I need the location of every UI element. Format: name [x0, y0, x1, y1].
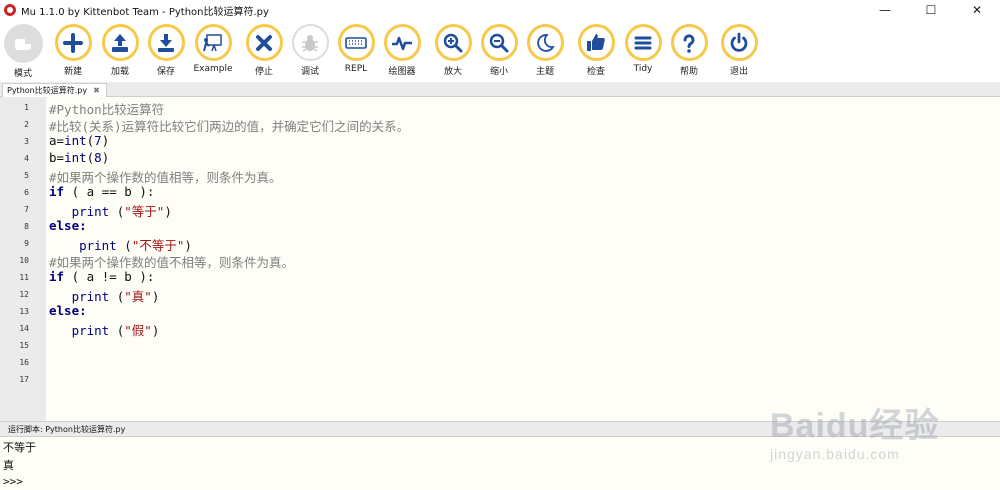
line-number: 14: [19, 324, 29, 333]
save-label: 保存: [156, 67, 175, 77]
save-button[interactable]: 保存: [141, 24, 191, 82]
app-logo-icon: [4, 4, 16, 16]
theme-label: 主题: [535, 67, 554, 77]
plotter-button[interactable]: 绘图器: [377, 24, 427, 82]
line-number: 3: [24, 137, 29, 146]
repl-prompt[interactable]: >>>: [3, 475, 23, 488]
plus-icon: [54, 24, 92, 61]
window-title: Mu 1.1.0 by Kittenbot Team - Python比较运算符…: [21, 6, 269, 18]
code-line-4: b=int(8): [49, 150, 110, 165]
zoom-out-icon: [480, 24, 518, 61]
code-editor[interactable]: 1 2 3 4 5 6 7 8 9 10 11 12 13 14 15 16 1…: [0, 97, 1000, 421]
stop-button[interactable]: 停止: [239, 24, 289, 82]
mode-label: 模式: [13, 69, 32, 79]
tab-bar: Python比较运算符.py ✖: [0, 82, 1000, 97]
mode-button[interactable]: 模式: [0, 24, 48, 82]
line-number: 2: [24, 120, 29, 129]
line-number: 9: [24, 239, 29, 248]
close-window-button[interactable]: ✕: [954, 0, 1000, 20]
new-button[interactable]: 新建: [48, 24, 98, 82]
zoom-in-icon: [434, 24, 472, 61]
new-label: 新建: [63, 67, 82, 77]
line-number: 12: [19, 290, 29, 299]
code-line-8: else:: [49, 218, 87, 233]
zoom-in-label: 放大: [443, 67, 462, 77]
download-icon: [147, 24, 185, 61]
tab-python-file[interactable]: Python比较运算符.py ✖: [2, 83, 107, 97]
zoom-in-button[interactable]: 放大: [428, 24, 478, 82]
upload-icon: [101, 24, 139, 61]
menu-lines-icon: [624, 24, 662, 61]
line-number: 8: [24, 222, 29, 231]
check-label: 检查: [586, 67, 605, 77]
code-line-14: print ("假"): [71, 323, 160, 338]
line-number: 7: [24, 205, 29, 214]
code-line-6: if ( a == b ):: [49, 184, 155, 199]
theme-button[interactable]: 主题: [520, 24, 570, 82]
help-button[interactable]: 帮助: [664, 24, 714, 82]
line-number: 13: [19, 307, 29, 316]
baidu-watermark: Baidu经验 jingyan.baidu.com: [770, 398, 994, 470]
quit-button[interactable]: 退出: [714, 24, 764, 82]
stop-label: 停止: [254, 67, 273, 77]
line-number: 5: [24, 171, 29, 180]
toolbar: 模式 新建 加载 保存 Example 停止 调试 REPL 绘图器 放大 缩小…: [0, 20, 1000, 82]
output-line: 真: [3, 459, 14, 472]
code-line-3: a=int(7): [49, 133, 110, 148]
repl-button[interactable]: REPL: [331, 24, 381, 82]
bug-icon: [291, 24, 329, 61]
code-line-11: if ( a != b ):: [49, 269, 155, 284]
thumbs-up-icon: [577, 24, 615, 61]
line-number: 11: [19, 273, 29, 282]
watermark-text: Baidu经验: [770, 407, 940, 445]
zoom-out-button[interactable]: 缩小: [474, 24, 524, 82]
load-button[interactable]: 加载: [95, 24, 145, 82]
close-icon: [245, 24, 283, 61]
minimize-button[interactable]: —: [862, 0, 908, 20]
repl-label: REPL: [344, 64, 368, 74]
tab-label: Python比较运算符.py: [7, 86, 88, 95]
line-number: 10: [19, 256, 29, 265]
presentation-icon: [194, 24, 232, 61]
load-label: 加载: [110, 67, 129, 77]
mode-icon: [3, 24, 43, 63]
line-number: 6: [24, 188, 29, 197]
window-controls: — ☐ ✕: [862, 0, 1000, 20]
keyboard-icon: [337, 24, 375, 61]
watermark-url: jingyan.baidu.com: [770, 446, 900, 462]
line-number: 4: [24, 154, 29, 163]
line-number: 1: [24, 103, 29, 112]
maximize-button[interactable]: ☐: [908, 0, 954, 20]
tidy-button[interactable]: Tidy: [618, 24, 668, 82]
line-number-gutter: 1 2 3 4 5 6 7 8 9 10 11 12 13 14 15 16 1…: [0, 97, 46, 421]
question-icon: [670, 24, 708, 61]
title-bar: Mu 1.1.0 by Kittenbot Team - Python比较运算符…: [0, 0, 1000, 20]
tab-close-icon[interactable]: ✖: [93, 86, 100, 95]
quit-label: 退出: [729, 67, 748, 77]
tidy-label: Tidy: [633, 64, 653, 74]
debug-label: 调试: [300, 67, 319, 77]
moon-icon: [526, 24, 564, 61]
example-label: Example: [193, 64, 233, 74]
debug-button[interactable]: 调试: [285, 24, 335, 82]
plotter-label: 绘图器: [388, 67, 416, 77]
check-button[interactable]: 检查: [571, 24, 621, 82]
zoom-out-label: 缩小: [489, 67, 508, 77]
power-icon: [720, 24, 758, 61]
output-line: 不等于: [3, 441, 36, 454]
line-number: 15: [19, 341, 29, 350]
code-line-13: else:: [49, 303, 87, 318]
example-button[interactable]: Example: [188, 24, 238, 82]
pulse-icon: [383, 24, 421, 61]
line-number: 17: [19, 375, 29, 384]
line-number: 16: [19, 358, 29, 367]
help-label: 帮助: [679, 67, 698, 77]
runner-label: 运行脚本: Python比较运算符.py: [8, 425, 126, 434]
